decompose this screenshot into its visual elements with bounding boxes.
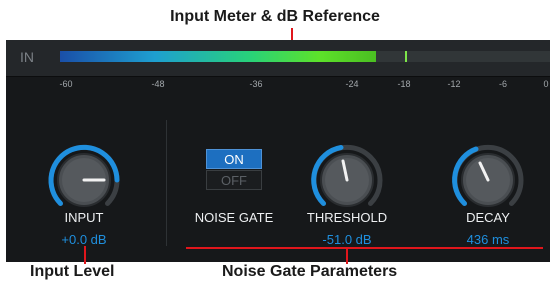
gate-off-button[interactable]: OFF [206, 170, 262, 190]
db-scale-label: -6 [498, 79, 508, 89]
noise-gate-params-underline [186, 247, 543, 249]
input-label: INPUT [64, 210, 104, 225]
noise-gate-label: NOISE GATE [194, 210, 274, 225]
threshold-value: -51.0 dB [322, 232, 372, 247]
section-divider [166, 120, 167, 246]
db-scale-label: -60 [59, 79, 73, 89]
db-scale-label: -36 [249, 79, 263, 89]
meter-in-label: IN [20, 49, 34, 65]
input-meter-track [60, 51, 550, 62]
gate-on-button[interactable]: ON [206, 149, 262, 169]
noise-gate-plugin-panel: IN -60 -48 -36 -24 -18 -12 -6 0 INPUT +0.0 dB O… [6, 40, 550, 264]
input-meter-peak [405, 51, 408, 62]
input-level-callout: Input Level [30, 263, 115, 280]
input-value: +0.0 dB [61, 232, 107, 247]
db-scale-label: 0 [543, 79, 549, 89]
meter-callout: Input Meter & dB Reference [170, 8, 380, 25]
db-scale-label: -18 [397, 79, 411, 89]
input-meter-strip: IN [6, 40, 550, 77]
noise-gate-params-callout: Noise Gate Parameters [222, 263, 398, 280]
db-scale-label: -48 [151, 79, 165, 89]
db-scale-label: -12 [447, 79, 461, 89]
input-meter-level [60, 51, 377, 62]
decay-value: 436 ms [466, 232, 510, 247]
noise-gate-params-callout-line [346, 247, 348, 264]
decay-label: DECAY [466, 210, 510, 225]
db-scale: -60 -48 -36 -24 -18 -12 -6 0 [6, 76, 550, 96]
threshold-label: THRESHOLD [306, 210, 388, 225]
input-callout-line [84, 246, 86, 264]
db-scale-label: -24 [345, 79, 359, 89]
